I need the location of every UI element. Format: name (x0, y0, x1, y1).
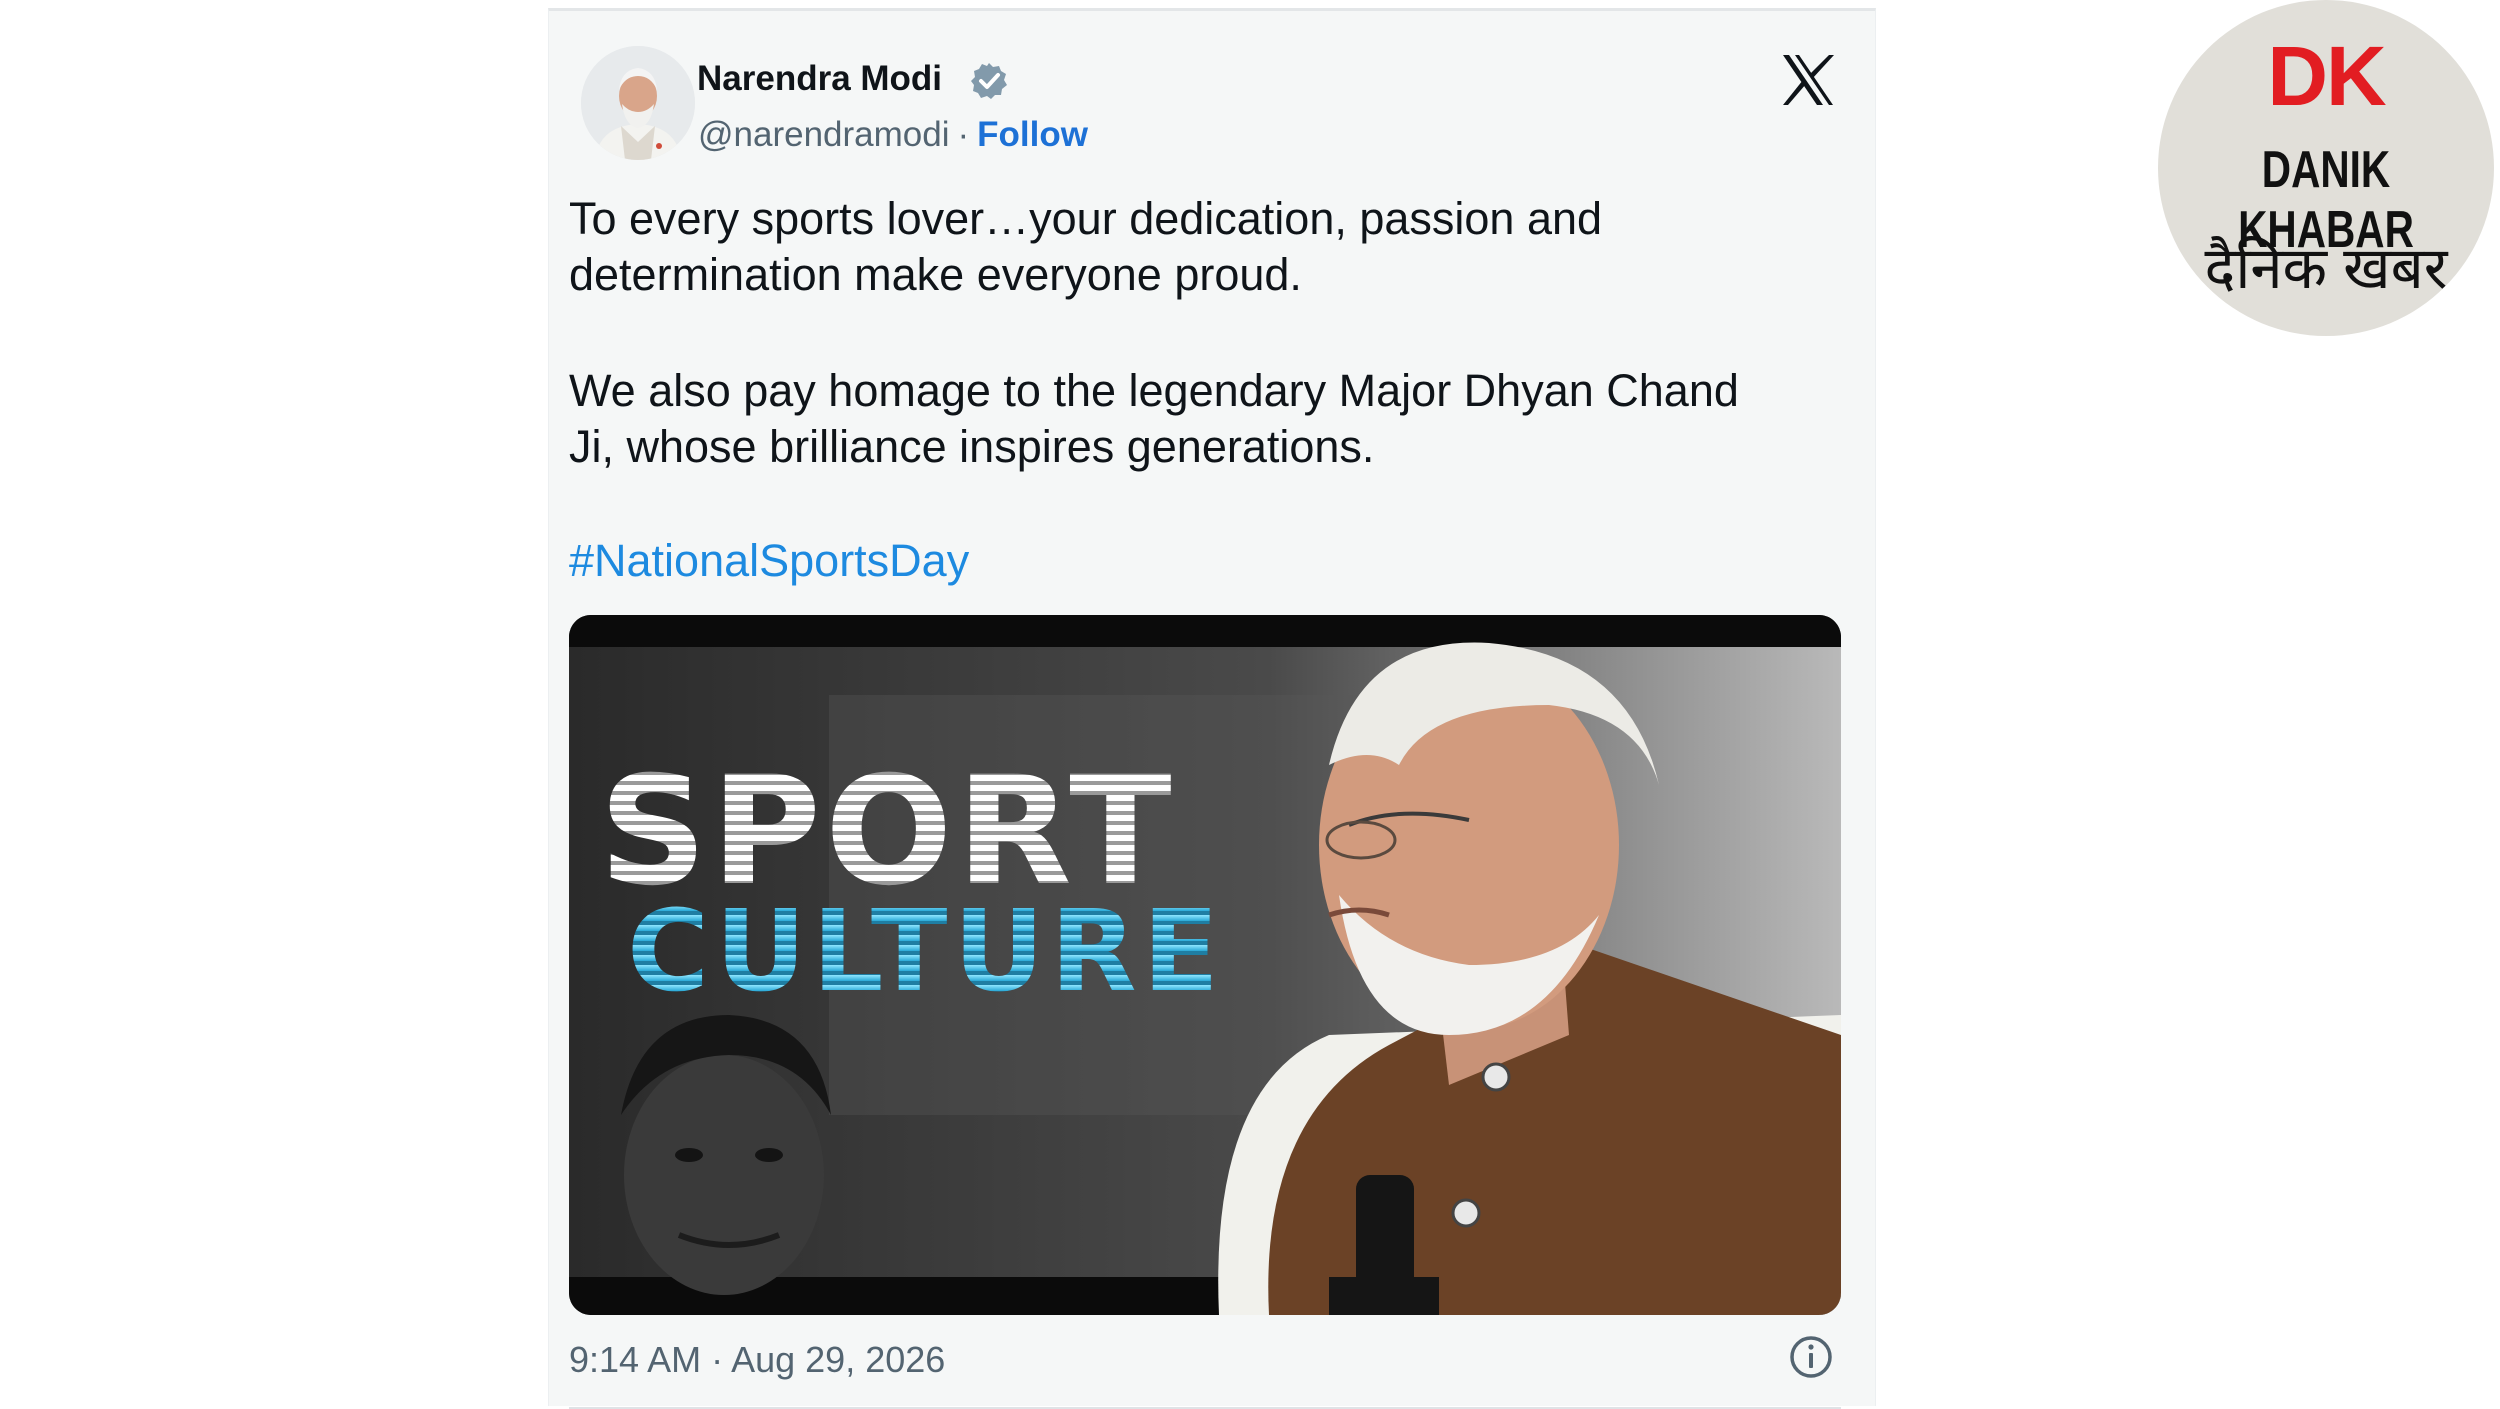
info-icon[interactable] (1787, 1333, 1835, 1381)
tweet-timestamp[interactable]: 9:14 AM · Aug 29, 2026 (569, 1339, 945, 1381)
author-avatar[interactable] (581, 46, 695, 160)
separator-dot: · (957, 115, 970, 154)
tweet-video-media[interactable]: SPORT CULTURE (569, 615, 1841, 1315)
tweet-paragraph: We also pay homage to the legendary Majo… (569, 365, 1739, 472)
author-name[interactable]: Narendra Modi (697, 59, 942, 99)
tweet-card: Narendra Modi @narendramodi · Follow To ev… (548, 8, 1876, 1409)
hashtag-link[interactable]: #NationalSportsDay (569, 535, 969, 587)
verified-badge-icon (971, 63, 1007, 99)
tweet-paragraph: To every sports lover…your dedication, p… (569, 193, 1603, 300)
handle-row: @narendramodi · Follow (698, 115, 1088, 155)
watermark-name-hindi: दैनिक खबर (2204, 236, 2448, 301)
follow-link[interactable]: Follow (977, 115, 1088, 154)
danik-khabar-watermark: DK DANIK KHABAR दैनिक खबर (2158, 0, 2494, 336)
x-logo-icon[interactable] (1779, 51, 1837, 109)
video-thumbnail: SPORT CULTURE (569, 615, 1841, 1315)
video-headline-culture: CULTURE (627, 887, 1225, 1017)
tweet-text: To every sports lover…your dedication, p… (569, 191, 1769, 475)
avatar-image (581, 46, 695, 160)
watermark-logo: DK (2267, 29, 2386, 123)
author-handle[interactable]: @narendramodi (698, 115, 950, 154)
